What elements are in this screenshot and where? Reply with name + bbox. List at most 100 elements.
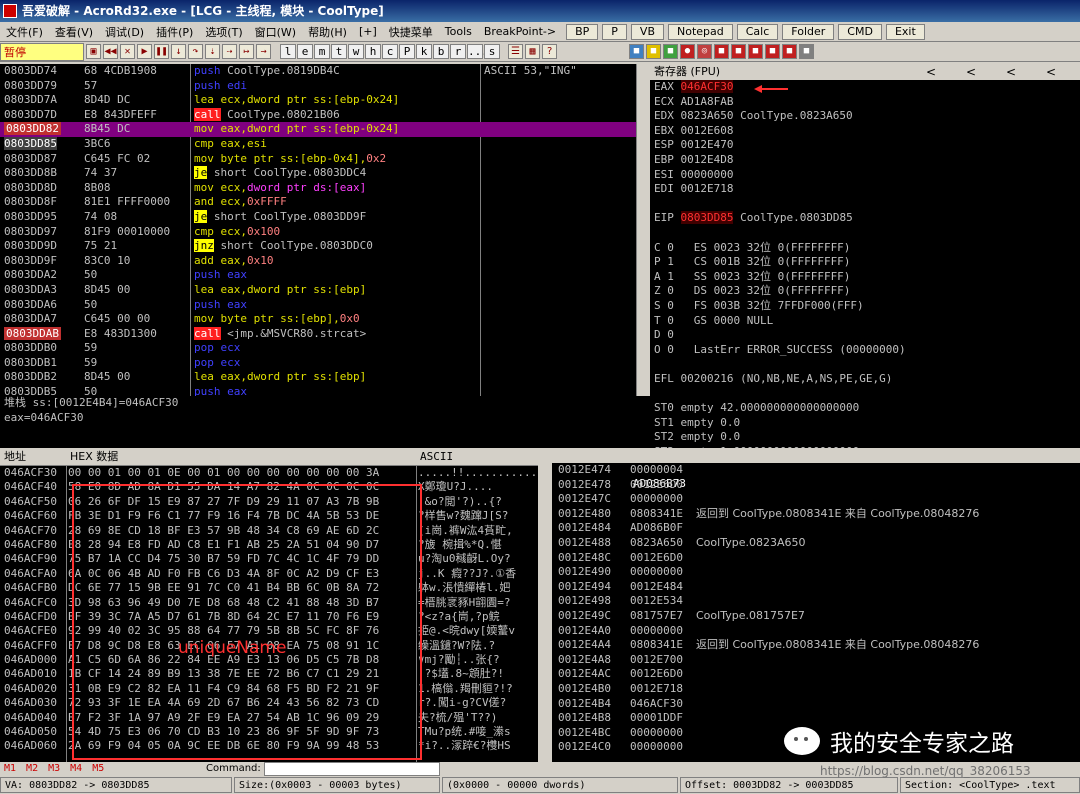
disasm-row[interactable]: 0803DD87 C645 FC 02 mov byte ptr ss:[ebp-0… — [0, 152, 636, 167]
register-row[interactable]: EDX 0823A650 CoolType.0823A650 — [650, 109, 1080, 124]
disasm-row[interactable]: 0803DD7D E8 843DFEFF call CoolType.08021B0… — [0, 107, 636, 123]
dump-row[interactable]: 046ACFA0 6A 0C 06 4B AD F0 FB C6 D3 4A 8F… — [0, 567, 552, 581]
arrow-left-icon[interactable]: < — [1046, 64, 1056, 80]
menu-item[interactable]: Tools — [439, 25, 478, 38]
register-row[interactable]: ESI 00000000 — [650, 168, 1080, 183]
help-icon[interactable]: ? — [542, 44, 557, 59]
stack-row[interactable]: 0012E4AC 0012E6D0 — [552, 667, 1080, 682]
list-icon[interactable]: ☰ — [508, 44, 523, 59]
dump-row[interactable]: 046ACF30 00 00 01 00 01 0E 00 01 00 00 00… — [0, 466, 552, 480]
dump-row[interactable]: 046AD020 31 0B E9 C2 82 EA 11 F4 C9 84 68… — [0, 682, 552, 696]
register-row[interactable]: C 0 ES 0023 32位 0(FFFFFFFF) — [650, 241, 1080, 256]
memory-tab[interactable]: M4 — [70, 762, 82, 776]
disasm-row[interactable]: 0803DDA2 50 push eax — [0, 268, 636, 283]
register-row[interactable]: Z 0 DS 0023 32位 0(FFFFFFFF) — [650, 284, 1080, 299]
window-button[interactable]: e — [297, 44, 313, 59]
stack-row[interactable]: 0012E4B4 046ACF30 — [552, 697, 1080, 712]
plugin-icon[interactable]: ■ — [765, 44, 780, 59]
stack-row[interactable]: 0012E478 0012E6D0 — [552, 478, 1080, 493]
goto-icon[interactable]: → — [256, 44, 271, 59]
run-icon[interactable]: ▶ — [137, 44, 152, 59]
window-button[interactable]: l — [280, 44, 296, 59]
register-row[interactable]: A 1 SS 0023 32位 0(FFFFFFFF) — [650, 270, 1080, 285]
tool-button[interactable]: P — [602, 23, 627, 40]
plugin-icon[interactable]: ■ — [799, 44, 814, 59]
register-row[interactable]: O 0 LastErr ERROR_SUCCESS (00000000) — [650, 343, 1080, 358]
register-row[interactable]: ESP 0012E470 — [650, 138, 1080, 153]
disasm-row[interactable]: 0803DD85 3BC6 cmp eax,esi — [0, 136, 636, 152]
register-row[interactable] — [650, 197, 1080, 212]
disasm-row[interactable]: 0803DD8F 81E1 FFFF0000 and ecx,0xFFFF — [0, 195, 636, 210]
menu-item[interactable]: BreakPoint-> — [478, 25, 562, 38]
register-row[interactable]: S 0 FS 003B 32位 7FFDF000(FFF) — [650, 299, 1080, 314]
registers-pane[interactable]: 寄存器 (FPU) < < < < EAX 046ACF30 ECX AD1A8F… — [650, 64, 1080, 448]
disasm-row[interactable]: 0803DD7A 8D4D DC lea ecx,dword ptr ss:[ebp… — [0, 93, 636, 108]
dump-row[interactable]: 046ACFD0 BF 39 3C 7A A5 D7 61 7B 8D 64 2C… — [0, 610, 552, 624]
stack-row[interactable]: 0012E494 0012E484 — [552, 580, 1080, 595]
disasm-row[interactable]: 0803DDA3 8D45 00 lea eax,dword ptr ss:[ebp… — [0, 283, 636, 298]
register-row[interactable]: ST1 empty 0.0 — [650, 416, 1080, 431]
stack-row[interactable]: 0012E4A0 00000000 — [552, 624, 1080, 639]
dump-row[interactable]: 046ACF70 28 69 8E CD 18 BF E3 57 9B 48 34… — [0, 524, 552, 538]
stack-pane[interactable]: 0012E470 AD086B73 0012E474 00000004 0012E4… — [552, 448, 1080, 762]
memory-tab[interactable]: M5 — [92, 762, 104, 776]
close-icon[interactable]: ✕ — [120, 44, 135, 59]
stack-row[interactable]: 0012E490 00000000 — [552, 565, 1080, 580]
tool-button[interactable]: BP — [566, 23, 599, 40]
disasm-row[interactable]: 0803DD8D 8B08 mov ecx,dword ptr ds:[eax] — [0, 181, 636, 196]
tool-button[interactable]: Exit — [885, 23, 925, 40]
disasm-row[interactable]: 0803DD79 57 push edi — [0, 79, 636, 94]
disassembly-scrollbar[interactable] — [636, 64, 650, 396]
stack-row[interactable]: 0012E488 0823A650 CoolType.0823A650 — [552, 536, 1080, 551]
window-button[interactable]: h — [365, 44, 381, 59]
tool-button[interactable]: VB — [630, 23, 664, 40]
register-row[interactable]: ST0 empty 42.000000000000000000 — [650, 401, 1080, 416]
window-button[interactable]: c — [382, 44, 398, 59]
disasm-row[interactable]: 0803DD95 74 08 je short CoolType.0803DD9F — [0, 209, 636, 225]
disasm-row[interactable]: 0803DD74 68 4CDB1908 push CoolType.0819DB4… — [0, 64, 636, 79]
disasm-row[interactable]: 0803DDB2 8D45 00 lea eax,dword ptr ss:[ebp… — [0, 370, 636, 385]
register-row[interactable]: EFL 00200216 (NO,NB,NE,A,NS,PE,GE,G) — [650, 372, 1080, 387]
disasm-row[interactable]: 0803DD97 81F9 00010000 cmp ecx,0x100 — [0, 225, 636, 240]
open-icon[interactable]: ▣ — [86, 44, 101, 59]
menu-item[interactable]: 选项(T) — [199, 24, 248, 40]
rewind-icon[interactable]: ◀◀ — [103, 44, 118, 59]
disasm-row[interactable]: 0803DDB0 59 pop ecx — [0, 341, 636, 356]
command-input[interactable] — [264, 762, 440, 776]
window-button[interactable]: ... — [467, 44, 488, 59]
register-row[interactable] — [650, 357, 1080, 372]
dump-row[interactable]: 046ACF50 06 26 6F DF 15 E9 87 27 7F D9 29… — [0, 495, 552, 509]
plugin-icon[interactable]: ● — [680, 44, 695, 59]
disasm-row[interactable]: 0803DD8B 74 37 je short CoolType.0803DDC4 — [0, 166, 636, 181]
stack-row[interactable]: 0012E47C 00000000 — [552, 492, 1080, 507]
step-into-icon[interactable]: ↓ — [171, 44, 186, 59]
register-row[interactable] — [650, 226, 1080, 241]
dump-row[interactable]: 046ACFE0 92 99 40 02 3C 95 88 64 77 79 5B… — [0, 624, 552, 638]
plugin-icon[interactable]: ■ — [629, 44, 644, 59]
step-over-icon[interactable]: ↷ — [188, 44, 203, 59]
register-row[interactable]: ECX AD1A8FAB — [650, 95, 1080, 110]
menu-item[interactable]: 窗口(W) — [249, 24, 302, 40]
plugin-icon[interactable]: ■ — [731, 44, 746, 59]
menu-item[interactable]: [+] — [353, 25, 383, 38]
stack-row[interactable]: 0012E48C 0012E6D0 — [552, 551, 1080, 566]
menu-item[interactable]: 调试(D) — [99, 24, 150, 40]
plugin-icon[interactable]: ■ — [782, 44, 797, 59]
menu-item[interactable]: 快捷菜单 — [383, 24, 439, 40]
menu-item[interactable]: 文件(F) — [0, 24, 49, 40]
window-button[interactable]: P — [399, 44, 415, 59]
memory-tab[interactable]: M3 — [48, 762, 60, 776]
disasm-row[interactable]: 0803DDAB E8 483D1300 call <jmp.&MSVCR80.st… — [0, 326, 636, 342]
register-row[interactable] — [650, 386, 1080, 401]
plugin-icon[interactable]: ■ — [714, 44, 729, 59]
disassembly-pane[interactable]: 0803DD74 68 4CDB1908 push CoolType.0819DB4… — [0, 64, 636, 396]
tool-button[interactable]: CMD — [838, 23, 882, 40]
execute-till-return-icon[interactable]: ↦ — [239, 44, 254, 59]
dump-row[interactable]: 046AD050 54 4D 75 E3 06 70 CD B3 10 23 86… — [0, 725, 552, 739]
disasm-row[interactable]: 0803DD82 8B45 DC mov eax,dword ptr ss:[ebp… — [0, 122, 636, 137]
stack-row[interactable]: 0012E484 AD086B0F — [552, 521, 1080, 536]
plugin-icon[interactable]: ■ — [748, 44, 763, 59]
window-button[interactable]: s — [484, 44, 500, 59]
options-icon[interactable]: ▦ — [525, 44, 540, 59]
disasm-row[interactable]: 0803DDB1 59 pop ecx — [0, 356, 636, 371]
